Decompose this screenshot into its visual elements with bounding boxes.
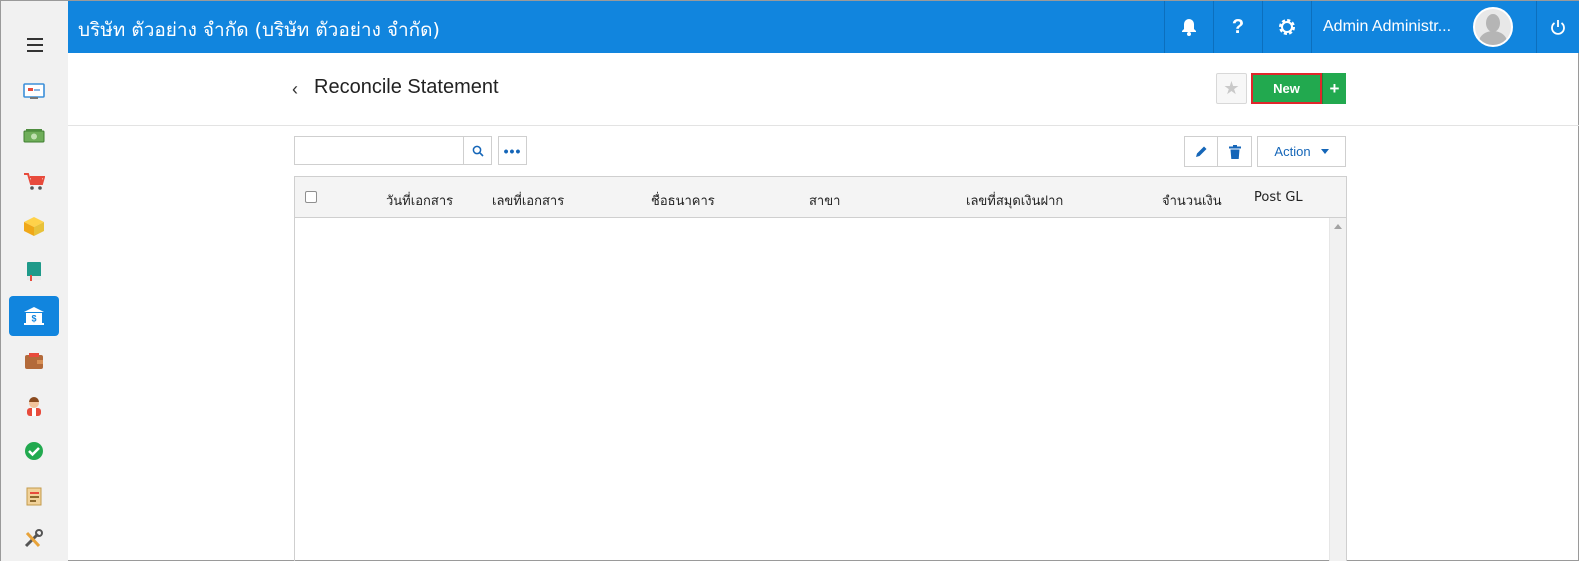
power-icon	[1551, 20, 1565, 35]
search-icon	[472, 145, 484, 157]
sidebar-item-employee[interactable]	[9, 386, 59, 426]
header-divider	[68, 125, 1579, 126]
transfer-icon	[26, 487, 42, 506]
sidebar-item-money[interactable]	[9, 116, 59, 156]
table-header: วันที่เอกสาร เลขที่เอกสาร ชื่อธนาคาร สาข…	[295, 177, 1346, 218]
sidebar-item-inventory[interactable]	[9, 206, 59, 246]
add-button[interactable]: +	[1322, 73, 1346, 104]
search-input[interactable]	[294, 136, 464, 165]
dashboard-icon	[23, 83, 45, 99]
column-branch[interactable]: สาขา	[809, 190, 840, 211]
action-dropdown[interactable]: Action	[1257, 136, 1346, 167]
bell-icon	[1182, 19, 1196, 36]
sidebar-item-wallet[interactable]	[9, 341, 59, 381]
sidebar-item-cart[interactable]	[9, 161, 59, 201]
select-all-checkbox[interactable]	[305, 191, 317, 203]
pencil-icon	[1195, 146, 1206, 157]
sidebar-item-ledger[interactable]	[9, 251, 59, 291]
logout-button[interactable]	[1536, 1, 1579, 53]
sidebar: $	[1, 1, 68, 561]
top-bar: บริษัท ตัวอย่าง จำกัด (บริษัท ตัวอย่าง จ…	[68, 1, 1579, 53]
favorite-button[interactable]: ★	[1216, 73, 1247, 104]
help-icon: ?	[1231, 15, 1245, 38]
more-options-button[interactable]: •••	[498, 136, 527, 165]
new-button[interactable]: New	[1251, 73, 1322, 104]
sidebar-item-transfer[interactable]	[9, 476, 59, 516]
book-icon	[27, 262, 41, 281]
money-icon	[23, 129, 45, 143]
column-bank-book-number[interactable]: เลขที่สมุดเงินฝาก	[966, 190, 1063, 211]
box-icon	[24, 217, 44, 236]
hamburger-menu-icon[interactable]	[27, 38, 43, 56]
statement-table: วันที่เอกสาร เลขที่เอกสาร ชื่อธนาคาร สาข…	[294, 176, 1347, 561]
sidebar-item-tools[interactable]	[9, 519, 59, 559]
user-name: Admin Administr...	[1323, 18, 1452, 35]
column-document-number[interactable]: เลขที่เอกสาร	[492, 190, 564, 211]
sidebar-item-approval[interactable]	[9, 431, 59, 471]
page-title: Reconcile Statement	[314, 76, 499, 98]
person-icon	[27, 397, 41, 416]
search-button[interactable]	[463, 136, 492, 165]
notifications-button[interactable]	[1164, 1, 1213, 53]
column-amount[interactable]: จำนวนเงิน	[1162, 190, 1222, 211]
settings-button[interactable]	[1262, 1, 1311, 53]
column-bank-name[interactable]: ชื่อธนาคาร	[651, 190, 715, 211]
tools-icon	[24, 529, 43, 548]
table-scrollbar[interactable]	[1329, 218, 1346, 561]
star-icon: ★	[1223, 78, 1240, 98]
avatar	[1473, 7, 1513, 47]
company-name[interactable]: บริษัท ตัวอย่าง จำกัด (บริษัท ตัวอย่าง จ…	[78, 15, 440, 45]
bank-icon: $	[24, 307, 44, 325]
help-button[interactable]: ?	[1213, 1, 1262, 53]
gear-icon	[1279, 19, 1295, 35]
column-post-gl[interactable]: Post GL	[1254, 190, 1303, 205]
trash-icon	[1228, 144, 1241, 159]
back-button[interactable]: ‹	[292, 79, 298, 100]
delete-button[interactable]	[1218, 136, 1252, 167]
cart-icon	[24, 173, 45, 190]
wallet-icon	[25, 353, 43, 369]
caret-down-icon	[1320, 149, 1329, 154]
check-icon	[25, 442, 43, 460]
action-label: Action	[1274, 144, 1311, 159]
column-document-date[interactable]: วันที่เอกสาร	[386, 190, 453, 211]
edit-button[interactable]	[1184, 136, 1218, 167]
scroll-up-arrow-icon[interactable]	[1334, 224, 1342, 229]
svg-text:$: $	[31, 314, 36, 324]
sidebar-item-bank[interactable]: $	[9, 296, 59, 336]
sidebar-item-dashboard[interactable]	[9, 71, 59, 111]
user-menu[interactable]: Admin Administr...	[1311, 1, 1536, 53]
